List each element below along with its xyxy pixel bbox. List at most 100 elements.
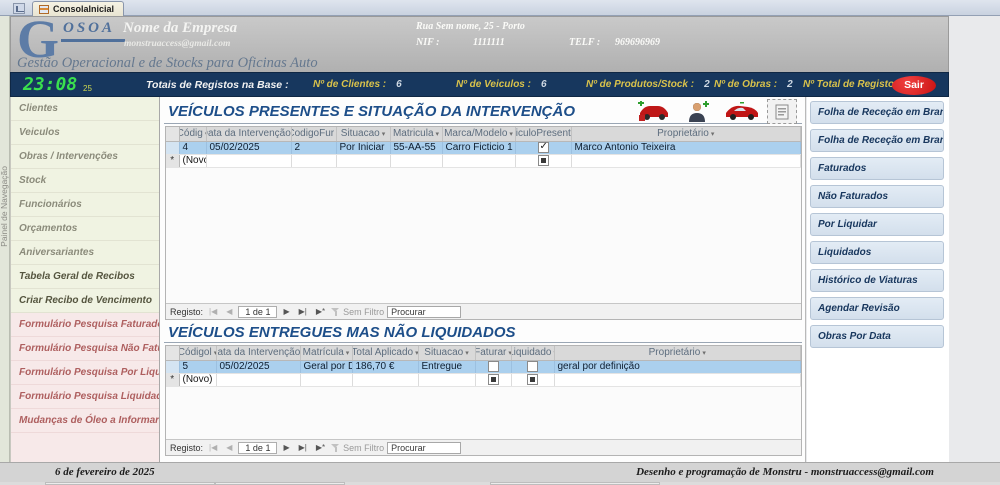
sidebar-item-orcamentos[interactable]: Orçamentos — [11, 217, 159, 241]
sidebar-item-mudancas-oleo[interactable]: Mudanças de Óleo a Informar — [11, 409, 159, 433]
cell-new[interactable]: (Novo) — [179, 373, 217, 387]
sidebar-item-pesquisa-nao-faturados[interactable]: Formulário Pesquisa Não Faturados — [11, 337, 159, 361]
column-filter-icon[interactable]: ▾ — [346, 349, 350, 357]
sidebar-item-pesquisa-por-liquidar[interactable]: Formulário Pesquisa Por Liquidar — [11, 361, 159, 385]
column-filter-icon[interactable]: ▾ — [382, 130, 386, 138]
faturar-checkbox[interactable] — [487, 361, 499, 372]
button-obras-por-data[interactable]: Obras Por Data — [810, 325, 944, 348]
column-header[interactable]: Data da Intervenção▾ — [206, 127, 292, 142]
button-nao-faturados[interactable]: Não Faturados — [810, 185, 944, 208]
column-header[interactable]: Códigol▾ — [179, 346, 217, 361]
last-record-button[interactable]: ▶| — [295, 440, 310, 455]
sidebar-item-veiculos[interactable]: Veiculos — [11, 121, 159, 145]
column-filter-icon[interactable]: ▾ — [465, 349, 469, 357]
cell-situacao[interactable]: Por Iniciar — [336, 141, 391, 155]
column-header[interactable]: Códig▾ — [179, 127, 207, 142]
cell-matricula[interactable]: Geral por Defini — [300, 360, 353, 374]
table-row[interactable]: 4 05/02/2025 2 Por Iniciar 55-AA-55 Carr… — [166, 141, 801, 155]
cell-empty[interactable] — [291, 154, 337, 168]
sidebar-item-tabela-geral-recibos[interactable]: Tabela Geral de Recibos — [11, 265, 159, 289]
cell-empty[interactable] — [336, 154, 391, 168]
button-historico-viaturas[interactable]: Histórico de Viaturas — [810, 269, 944, 292]
previous-record-button[interactable]: ◀ — [223, 440, 236, 455]
search-input[interactable] — [387, 305, 462, 318]
sidebar-item-clientes[interactable]: Clientes — [11, 97, 159, 121]
veiculo-presente-checkbox[interactable] — [537, 155, 549, 166]
veiculo-presente-checkbox[interactable] — [537, 141, 549, 153]
column-filter-icon[interactable]: ▾ — [436, 130, 440, 138]
add-client-icon[interactable] — [679, 99, 717, 124]
column-filter-icon[interactable]: ▾ — [711, 130, 715, 138]
cell-codigo[interactable]: 4 — [179, 141, 207, 155]
button-folha-rececao-branco[interactable]: Folha de Receção em Branco — [810, 101, 944, 124]
sidebar-item-pesquisa-liquidados[interactable]: Formulário Pesquisa Liquidados — [11, 385, 159, 409]
button-agendar-revisao[interactable]: Agendar Revisão — [810, 297, 944, 320]
search-input[interactable] — [387, 441, 462, 454]
column-header[interactable]: Matricula ▾ — [390, 127, 443, 142]
next-record-button[interactable]: ▶ — [280, 440, 293, 455]
next-record-button[interactable]: ▶ — [280, 304, 293, 319]
new-record-button[interactable]: ▶* — [312, 304, 329, 319]
new-record-button[interactable]: ▶* — [312, 440, 329, 455]
previous-record-button[interactable]: ◀ — [223, 304, 236, 319]
first-record-button[interactable]: |◀ — [206, 440, 221, 455]
column-header[interactable]: CodigoFur▾ — [291, 127, 337, 142]
column-header[interactable]: Data da Intervenção▾ — [216, 346, 301, 361]
cell-proprietario[interactable]: geral por definição — [554, 360, 801, 374]
cell-empty[interactable] — [418, 373, 476, 387]
car-service-icon[interactable] — [635, 99, 673, 124]
column-filter-icon[interactable]: ▾ — [509, 130, 513, 138]
filter-state[interactable]: Sem Filtro — [343, 307, 384, 317]
cell-total-aplicado[interactable]: 186,70 € — [352, 360, 419, 374]
exit-button[interactable]: Sair — [892, 76, 936, 95]
filter-state[interactable]: Sem Filtro — [343, 443, 384, 453]
column-header[interactable]: Situacao ▾ — [418, 346, 476, 361]
cell-codigo-fur[interactable]: 2 — [291, 141, 337, 155]
row-selector[interactable] — [166, 141, 180, 155]
navigation-pane-collapsed[interactable]: Painel de Navegação — [0, 16, 10, 462]
first-record-button[interactable]: |◀ — [206, 304, 221, 319]
cell-empty[interactable] — [442, 154, 516, 168]
filter-icon[interactable] — [331, 443, 340, 452]
table-row[interactable]: 5 05/02/2025 Geral por Defini 186,70 € E… — [166, 360, 801, 374]
cell-empty[interactable] — [554, 373, 801, 387]
button-liquidados[interactable]: Liquidados — [810, 241, 944, 264]
column-header[interactable]: Proprietário ▾ — [554, 346, 801, 361]
button-faturados[interactable]: Faturados — [810, 157, 944, 180]
cell-empty[interactable] — [571, 154, 801, 168]
filter-icon[interactable] — [331, 307, 340, 316]
cell-data-intervencao[interactable]: 05/02/2025 — [216, 360, 301, 374]
column-header[interactable]: Matrícula ▾ — [300, 346, 353, 361]
liquidado-checkbox[interactable] — [527, 361, 538, 372]
cell-codigo[interactable]: 5 — [179, 360, 217, 374]
sidebar-item-aniversariantes[interactable]: Aniversariantes — [11, 241, 159, 265]
column-header[interactable]: Proprietário ▾ — [571, 127, 801, 142]
faturar-checkbox[interactable] — [487, 374, 499, 385]
select-all-corner[interactable] — [166, 127, 180, 142]
sidebar-item-funcionarios[interactable]: Funcionários — [11, 193, 159, 217]
column-header[interactable]: Marca/Modelo ▾ — [442, 127, 516, 142]
new-record-row[interactable]: * (Novo) — [166, 154, 801, 168]
cell-situacao[interactable]: Entregue — [418, 360, 476, 374]
cell-matricula[interactable]: 55-AA-55 — [390, 141, 443, 155]
liquidado-checkbox[interactable] — [527, 374, 538, 385]
cell-data-intervencao[interactable]: 05/02/2025 — [206, 141, 292, 155]
last-record-button[interactable]: ▶| — [295, 304, 310, 319]
new-record-row[interactable]: * (Novo) — [166, 373, 801, 387]
sidebar-item-criar-recibo-vencimento[interactable]: Criar Recibo de Vencimento — [11, 289, 159, 313]
vehicle-icon[interactable] — [723, 99, 761, 124]
row-selector[interactable] — [166, 360, 180, 374]
sidebar-item-stock[interactable]: Stock — [11, 169, 159, 193]
select-all-corner[interactable] — [166, 346, 180, 361]
column-header[interactable]: Total Aplicado▾ — [352, 346, 419, 361]
cell-empty[interactable] — [206, 154, 292, 168]
cell-empty[interactable] — [352, 373, 419, 387]
column-header[interactable]: Situacao ▾ — [336, 127, 391, 142]
cell-proprietario[interactable]: Marco Antonio Teixeira — [571, 141, 801, 155]
cell-marca-modelo[interactable]: Carro Ficticio 1 — [442, 141, 516, 155]
sidebar-item-obras-intervencoes[interactable]: Obras / Intervenções — [11, 145, 159, 169]
cell-empty[interactable] — [390, 154, 443, 168]
cell-empty[interactable] — [300, 373, 353, 387]
column-filter-icon[interactable]: ▾ — [702, 349, 706, 357]
column-header[interactable]: VeiculoPresente▾ — [515, 127, 572, 142]
